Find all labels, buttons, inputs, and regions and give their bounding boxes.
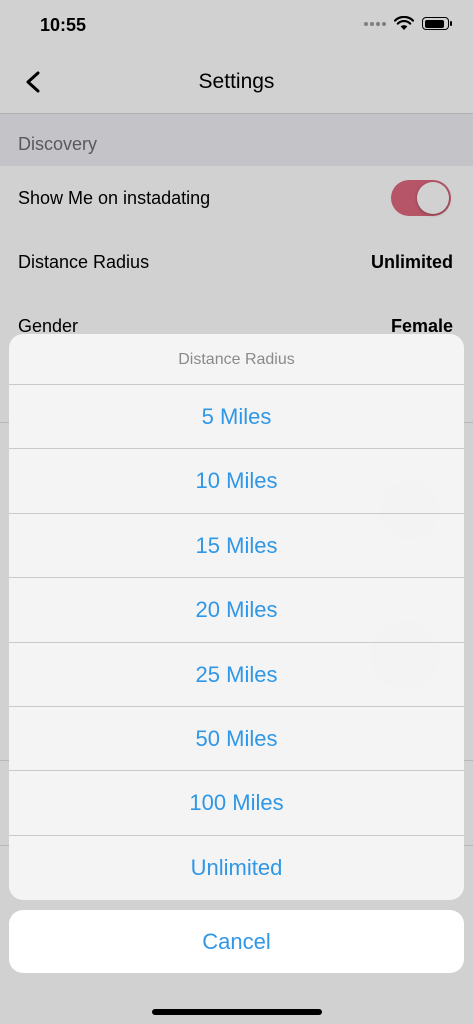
cancel-button[interactable]: Cancel — [9, 910, 464, 973]
option-25-miles[interactable]: 25 Miles — [9, 643, 464, 707]
option-5-miles[interactable]: 5 Miles — [9, 385, 464, 450]
option-unlimited[interactable]: Unlimited — [9, 836, 464, 900]
option-10-miles[interactable]: 10 Miles — [9, 449, 464, 514]
option-15-miles[interactable]: 15 Miles — [9, 514, 464, 579]
option-50-miles[interactable]: 50 Miles — [9, 707, 464, 772]
distance-radius-action-sheet: Distance Radius 5 Miles 10 Miles 15 Mile… — [9, 334, 464, 900]
action-sheet-title: Distance Radius — [9, 334, 464, 385]
option-100-miles[interactable]: 100 Miles — [9, 771, 464, 836]
settings-screen: 10:55 Settings Discovery Show Me on inst… — [0, 0, 473, 1024]
home-indicator[interactable] — [152, 1009, 322, 1015]
option-20-miles[interactable]: 20 Miles — [9, 578, 464, 643]
